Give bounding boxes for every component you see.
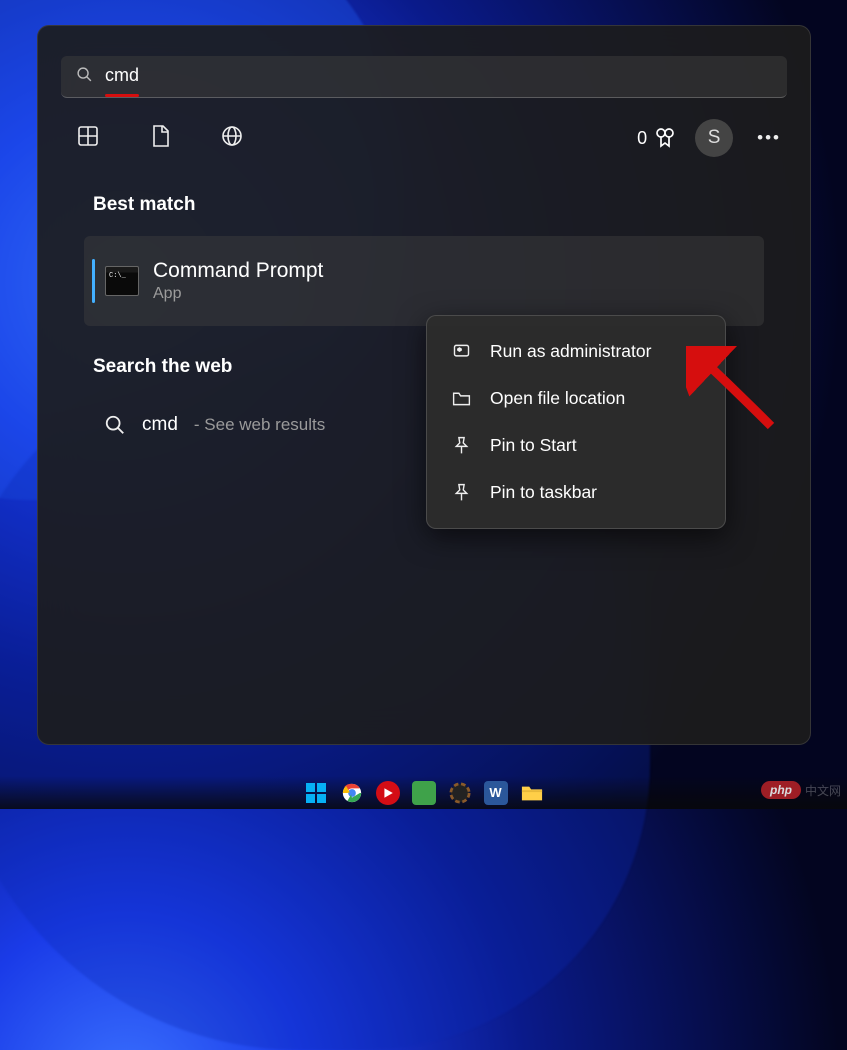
- command-prompt-icon: [105, 266, 139, 296]
- filter-apps-icon[interactable]: [76, 124, 100, 153]
- filter-row: 0 S •••: [61, 118, 787, 158]
- user-avatar[interactable]: S: [695, 119, 733, 157]
- menu-label: Pin to Start: [490, 435, 577, 456]
- pin-icon: [451, 482, 472, 503]
- annotation-underline: [105, 94, 139, 97]
- menu-label: Run as administrator: [490, 341, 651, 362]
- best-match-heading: Best match: [93, 194, 810, 216]
- watermark-badge: php: [761, 781, 801, 799]
- menu-open-file-location[interactable]: Open file location: [433, 375, 719, 422]
- best-match-result[interactable]: Command Prompt App: [84, 236, 764, 326]
- taskbar-word-icon[interactable]: W: [484, 781, 508, 805]
- selection-accent: [92, 259, 95, 303]
- admin-shield-icon: [451, 341, 472, 362]
- search-query-text: cmd: [105, 65, 139, 85]
- taskbar-chrome-icon[interactable]: [340, 781, 364, 805]
- search-icon: [76, 66, 93, 88]
- watermark: php 中文网: [761, 781, 841, 799]
- rewards-count: 0: [637, 128, 647, 149]
- taskbar-media-icon[interactable]: [376, 781, 400, 805]
- taskbar: W: [0, 776, 847, 809]
- start-search-panel: cmd 0 S ••• Best match: [37, 25, 811, 745]
- web-search-term: cmd: [142, 414, 178, 436]
- context-menu: Run as administrator Open file location …: [426, 315, 726, 529]
- more-options-icon[interactable]: •••: [751, 128, 787, 148]
- folder-icon: [451, 388, 472, 409]
- start-button[interactable]: [304, 781, 328, 805]
- filter-documents-icon[interactable]: [148, 124, 172, 153]
- pin-icon: [451, 435, 472, 456]
- taskbar-explorer-icon[interactable]: [520, 781, 544, 805]
- filter-web-icon[interactable]: [220, 124, 244, 153]
- avatar-initial: S: [708, 127, 721, 149]
- menu-label: Pin to taskbar: [490, 482, 597, 503]
- menu-pin-to-start[interactable]: Pin to Start: [433, 422, 719, 469]
- web-search-hint: - See web results: [194, 415, 325, 435]
- taskbar-minecraft-icon[interactable]: [448, 781, 472, 805]
- watermark-text: 中文网: [805, 782, 841, 799]
- search-input[interactable]: cmd: [105, 65, 139, 89]
- menu-run-as-administrator[interactable]: Run as administrator: [433, 328, 719, 375]
- result-subtitle: App: [153, 285, 323, 303]
- rewards-badge[interactable]: 0: [637, 126, 677, 150]
- taskbar-app-icon[interactable]: [412, 781, 436, 805]
- result-title: Command Prompt: [153, 259, 323, 283]
- search-box[interactable]: cmd: [61, 56, 787, 98]
- menu-label: Open file location: [490, 388, 625, 409]
- search-icon: [104, 414, 126, 436]
- menu-pin-to-taskbar[interactable]: Pin to taskbar: [433, 469, 719, 516]
